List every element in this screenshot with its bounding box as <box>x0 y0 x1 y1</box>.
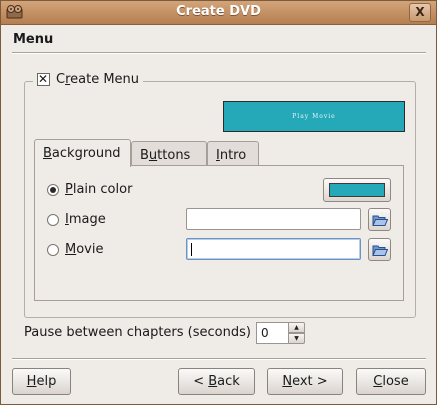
browse-image-button[interactable] <box>368 208 391 231</box>
checkmark-icon: ✕ <box>38 72 49 86</box>
back-button-pre: < <box>193 374 209 389</box>
close-button-post: lose <box>382 374 409 389</box>
spin-up-arrow-icon[interactable]: ▲ <box>288 322 305 333</box>
pause-seconds-spinner[interactable]: 0 ▲ ▼ <box>256 322 305 344</box>
create-menu-label-pre: C <box>56 72 66 87</box>
next-button[interactable]: Next > <box>267 368 343 395</box>
next-button-post: ext > <box>292 374 328 389</box>
preview-play-movie-text: Play Movie <box>292 113 336 120</box>
folder-open-icon <box>371 215 388 226</box>
movie-label-post: ovie <box>76 242 104 257</box>
window-title: Create DVD <box>176 4 261 19</box>
plain-color-picker-button[interactable] <box>323 178 391 202</box>
tab-buttons-post: ttons <box>157 148 191 163</box>
movie-label: Movie <box>65 242 103 257</box>
plain-color-label-mnemonic: P <box>65 182 73 197</box>
movie-label-mnemonic: M <box>65 242 77 257</box>
close-button-mnemonic: C <box>373 374 383 389</box>
tab-buttons-pre: B <box>140 148 149 163</box>
plain-color-label: Plain color <box>65 182 132 197</box>
footer-separator <box>12 358 426 360</box>
title-bar[interactable]: Create DVD X <box>1 1 436 25</box>
back-button-mnemonic: B <box>208 374 218 389</box>
create-dvd-dialog: Create DVD X Menu ✕ Create Menu Play Mov… <box>0 0 437 405</box>
movie-path-input[interactable] <box>187 239 360 259</box>
movie-path-field[interactable] <box>186 238 361 260</box>
image-option[interactable]: Image <box>47 212 106 227</box>
create-menu-checkbox[interactable]: ✕ <box>37 72 50 86</box>
plain-color-label-post: lain color <box>72 182 133 197</box>
section-title: Menu <box>13 32 54 47</box>
back-button-post: ack <box>217 374 240 389</box>
create-menu-toggle[interactable]: ✕ Create Menu <box>33 72 144 87</box>
tab-buttons[interactable]: Buttons <box>131 141 207 166</box>
browse-movie-button[interactable] <box>368 238 391 261</box>
menu-preview: Play Movie <box>223 101 405 132</box>
image-path-input[interactable] <box>187 209 360 229</box>
window-close-button[interactable]: X <box>409 3 431 22</box>
plain-color-option[interactable]: Plain color <box>47 182 132 197</box>
help-button-mnemonic: H <box>26 374 37 389</box>
header-separator <box>12 52 426 54</box>
spin-down-arrow-icon[interactable]: ▼ <box>288 333 305 344</box>
back-button[interactable]: < Back <box>178 368 255 395</box>
tab-intro[interactable]: Intro <box>207 141 259 166</box>
image-label-post: mage <box>68 212 106 227</box>
next-button-mnemonic: N <box>282 374 293 389</box>
tab-intro-post: ntro <box>219 148 247 163</box>
help-button-post: elp <box>36 374 57 389</box>
image-path-field[interactable] <box>186 208 361 230</box>
pause-seconds-value[interactable]: 0 <box>256 322 288 344</box>
tab-background-mnemonic: B <box>43 146 52 161</box>
color-swatch <box>329 183 385 197</box>
create-menu-label-post: eate Menu <box>70 72 140 87</box>
pause-between-chapters-label: Pause between chapters (seconds) <box>24 325 251 340</box>
close-button[interactable]: Close <box>356 368 426 395</box>
help-button[interactable]: Help <box>12 368 71 395</box>
movie-option[interactable]: Movie <box>47 242 103 257</box>
image-radio[interactable] <box>47 213 59 226</box>
tab-background[interactable]: Background <box>34 139 131 167</box>
tab-background-post: ackground <box>51 146 121 161</box>
movie-radio[interactable] <box>47 243 59 256</box>
image-label: Image <box>65 212 106 227</box>
create-menu-label: Create Menu <box>56 72 139 87</box>
folder-open-icon <box>371 245 388 256</box>
tab-buttons-mnemonic: u <box>148 148 158 163</box>
plain-color-radio[interactable] <box>47 183 59 196</box>
